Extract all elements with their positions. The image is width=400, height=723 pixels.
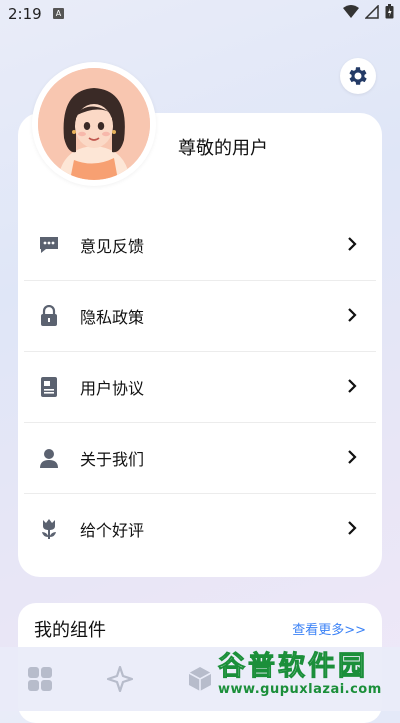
settings-button[interactable]	[340, 58, 376, 94]
tab-box[interactable]	[186, 665, 214, 693]
watermark-url: www.gupuxlazai.com	[218, 682, 382, 697]
menu-item-user-agreement[interactable]: 用户协议	[24, 352, 376, 423]
avatar[interactable]	[32, 62, 156, 186]
menu-item-rate-us[interactable]: 给个好评	[24, 494, 376, 564]
compass-star-icon	[107, 666, 133, 692]
chevron-right-icon	[342, 376, 362, 396]
watermark-title: 谷普软件园	[218, 651, 368, 682]
lock-icon	[38, 305, 60, 327]
settings-menu: 意见反馈 隐私政策 用户协议 关于我们 给个好评	[24, 210, 376, 564]
tab-discover[interactable]	[106, 665, 134, 693]
tab-widgets[interactable]	[26, 665, 54, 693]
document-icon	[38, 376, 60, 398]
gear-icon	[349, 67, 367, 85]
chevron-right-icon	[342, 234, 362, 254]
username: 尊敬的用户	[178, 138, 268, 159]
signal-icon	[365, 4, 379, 19]
person-icon	[38, 447, 60, 469]
menu-item-about-us[interactable]: 关于我们	[24, 423, 376, 494]
watermark-logo: 谷普软件园 www.gupuxlazai.com	[218, 651, 398, 709]
menu-item-label: 意见反馈	[80, 237, 145, 256]
chat-bubble-icon	[38, 234, 60, 256]
status-time: 2:19	[8, 5, 42, 23]
tulip-icon	[38, 518, 60, 540]
menu-item-label: 隐私政策	[80, 308, 145, 327]
cube-icon	[188, 667, 212, 691]
grid-icon	[28, 667, 52, 691]
chevron-right-icon	[342, 305, 362, 325]
menu-item-feedback[interactable]: 意见反馈	[24, 210, 376, 281]
menu-item-privacy[interactable]: 隐私政策	[24, 281, 376, 352]
widgets-title: 我的组件	[34, 620, 106, 641]
chevron-right-icon	[342, 447, 362, 467]
avatar-image	[38, 68, 150, 180]
status-bar: 2:19 A	[0, 0, 400, 28]
menu-item-label: 关于我们	[80, 450, 145, 469]
status-indicators	[343, 4, 394, 19]
notification-icon: A	[53, 8, 64, 19]
wifi-icon	[343, 4, 359, 18]
battery-icon	[385, 4, 394, 19]
menu-item-label: 用户协议	[80, 379, 145, 398]
menu-item-label: 给个好评	[80, 521, 145, 540]
widgets-more-link[interactable]: 查看更多>>	[292, 619, 366, 638]
chevron-right-icon	[342, 518, 362, 538]
